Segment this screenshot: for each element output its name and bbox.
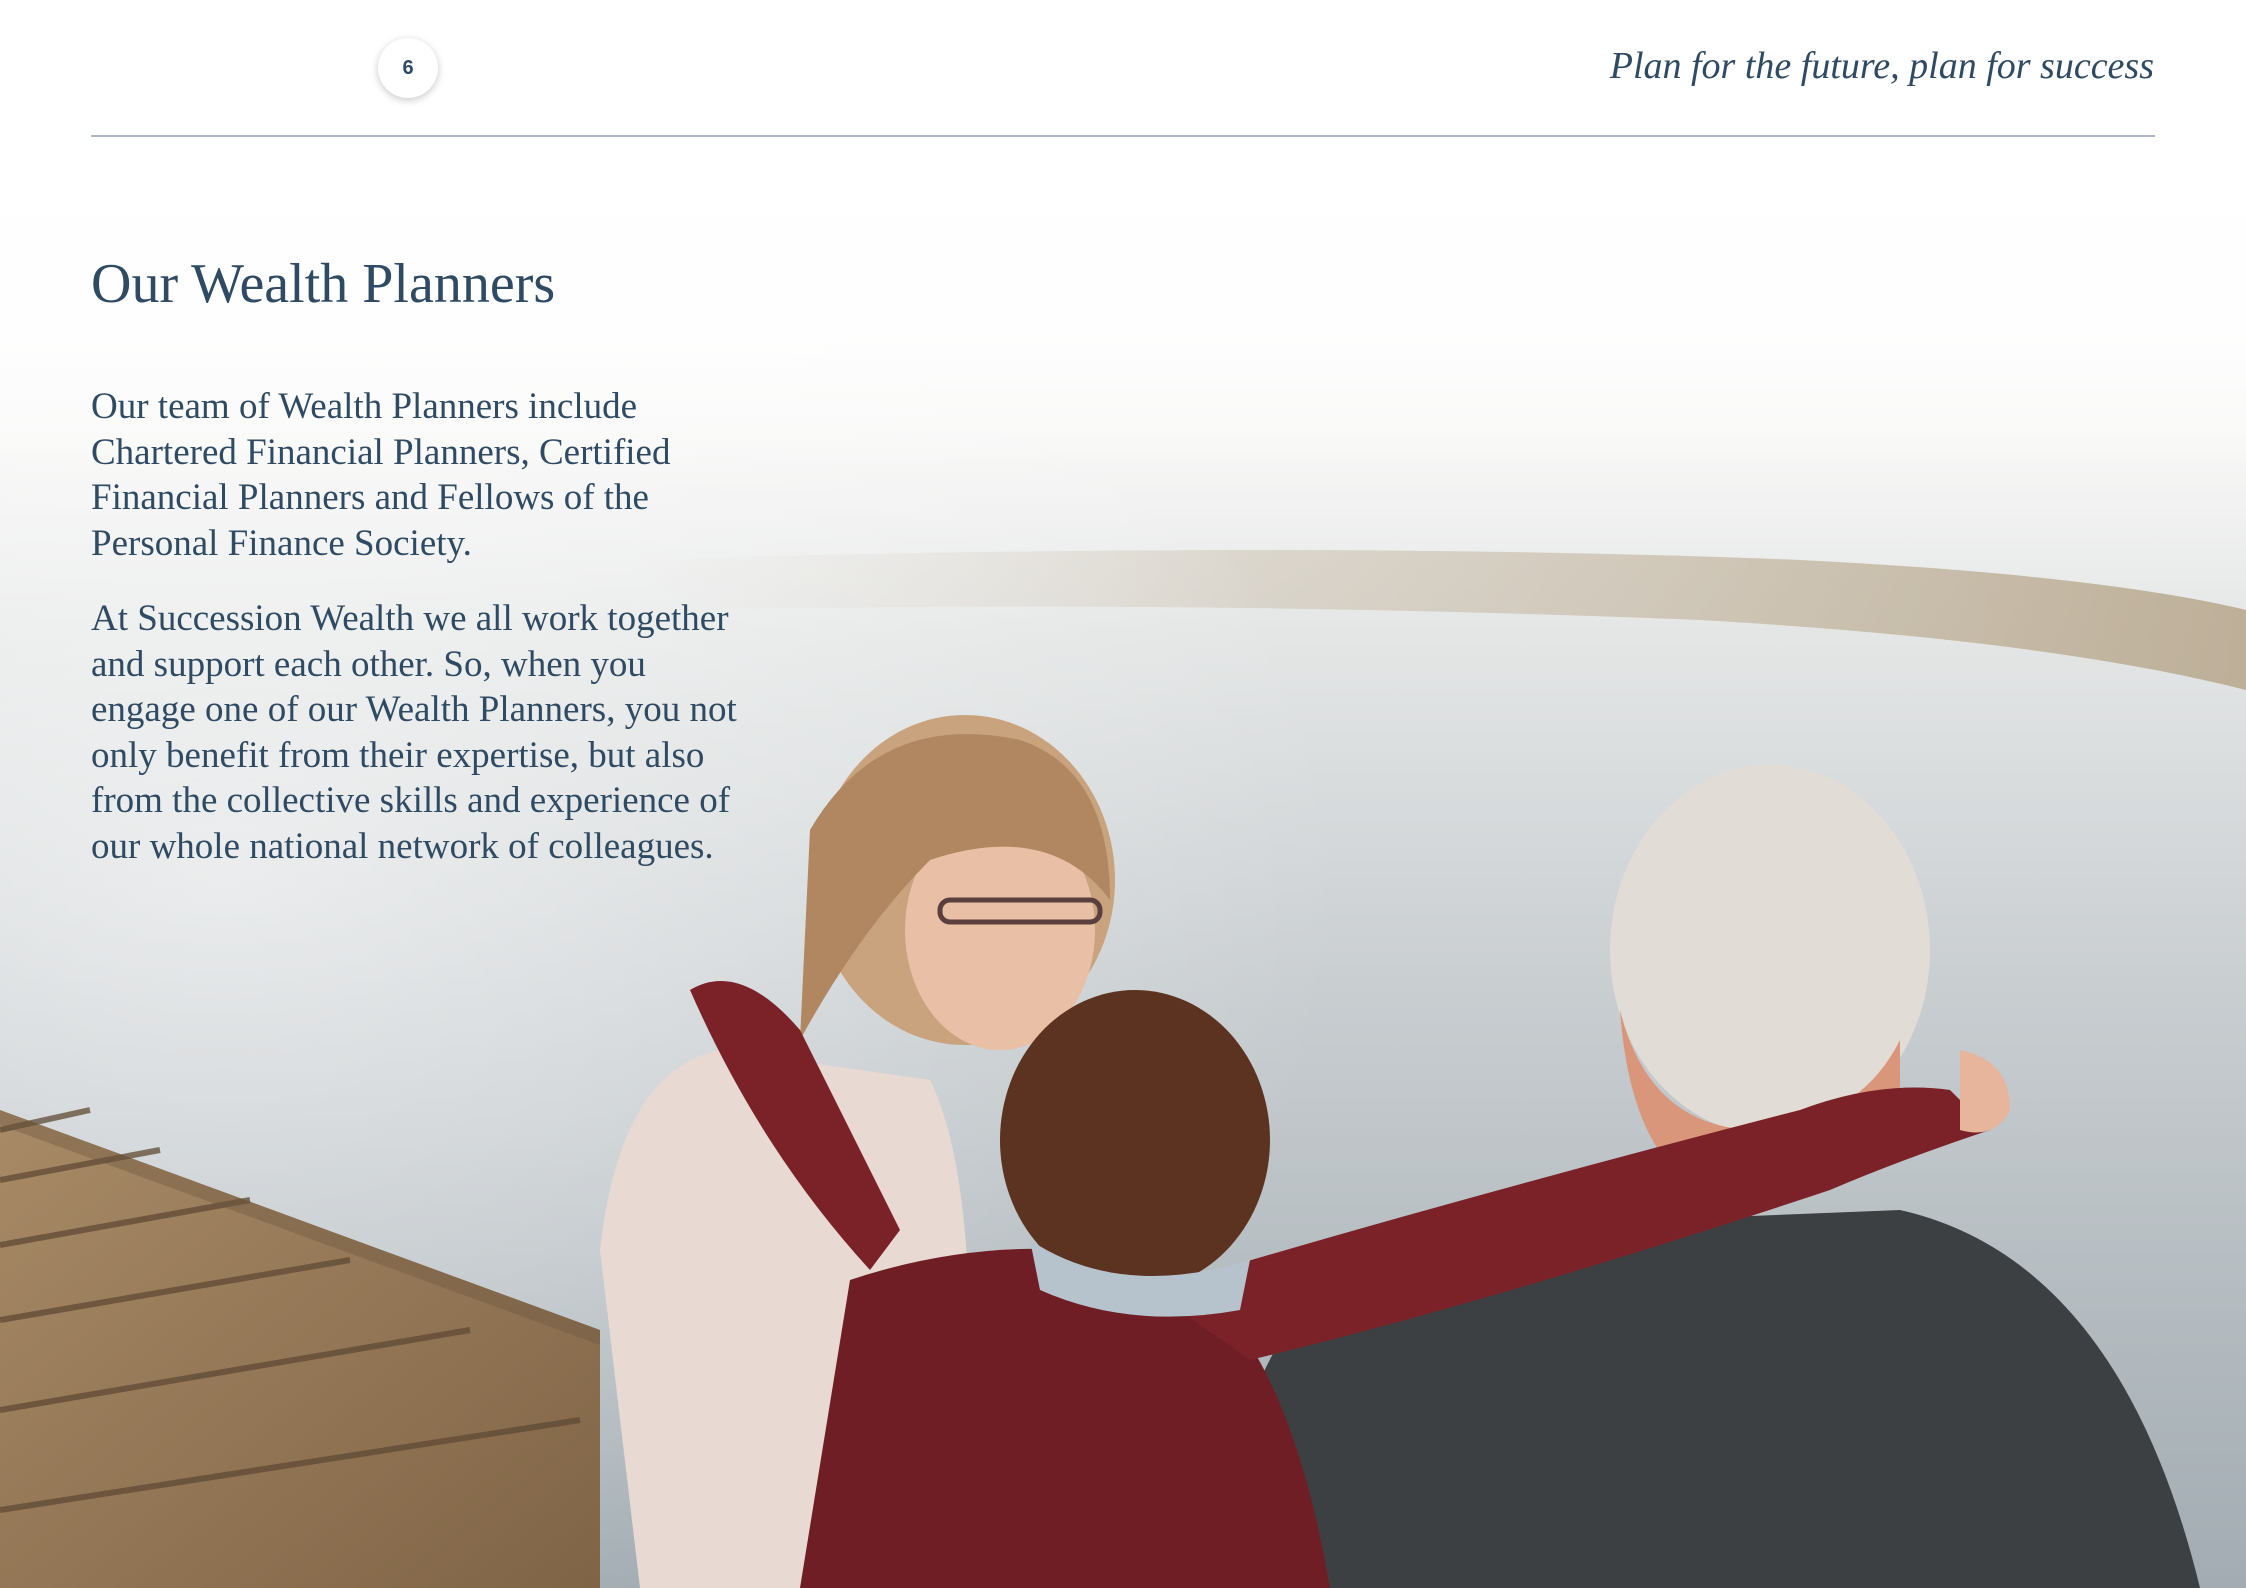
body-copy: Our team of Wealth Planners include Char…: [91, 384, 751, 899]
paragraph-teamwork: At Succession Wealth we all work togethe…: [91, 598, 737, 867]
page-title: Our Wealth Planners: [91, 253, 556, 315]
header-tagline: Plan for the future, plan for success: [1609, 45, 2154, 87]
header-divider: [91, 135, 2155, 137]
page-number-badge: 6: [378, 38, 438, 98]
paragraph-qualifications: Our team of Wealth Planners include Char…: [91, 386, 671, 564]
